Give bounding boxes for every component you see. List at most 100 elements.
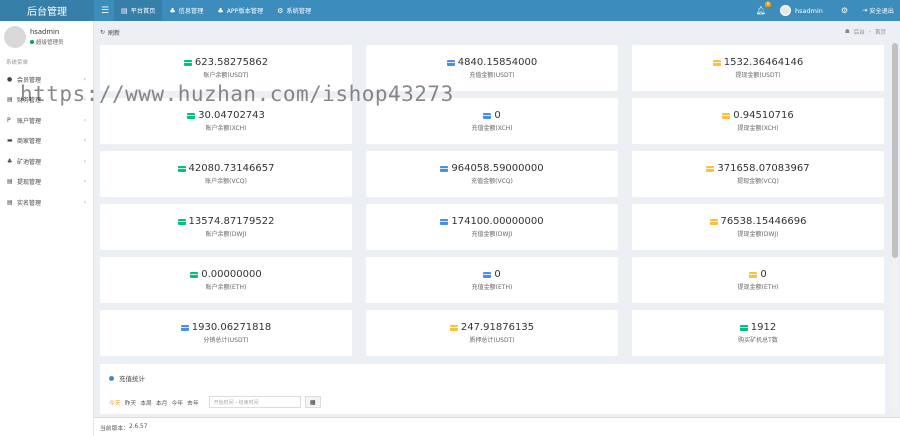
credit-card-icon	[180, 324, 189, 331]
stat-value: 13574.87179522	[177, 216, 275, 227]
stats-title-label: 充值统计	[119, 375, 145, 383]
nav-system-management[interactable]: ⚙ 系统管理	[270, 0, 318, 21]
credit-card-icon	[440, 218, 449, 225]
stat-card: 371658.07083967 提现金额(VCQ)	[632, 151, 884, 197]
stat-number: 13574.87179522	[188, 216, 275, 227]
user-panel: hsadmin 超级管理员	[0, 21, 93, 53]
avatar	[4, 26, 26, 48]
cubes-icon: ♣	[7, 157, 13, 165]
stat-label: 提现金额(ETH)	[737, 284, 779, 291]
file-icon: ▤	[7, 96, 13, 104]
stat-value: 247.91876135	[449, 322, 534, 333]
refresh-button[interactable]: ↻ 刷新	[100, 28, 120, 37]
stat-label: 充值金额(VCQ)	[471, 178, 513, 185]
sidebar-item-label: 商家管理	[17, 138, 42, 146]
credit-card-icon	[187, 112, 196, 119]
tab-this-month[interactable]: 本月	[156, 398, 168, 407]
date-range-input[interactable]: 开始时间 - 结束时间	[208, 396, 301, 408]
list-icon: ▤	[7, 198, 13, 206]
sidebar-item-merchants[interactable]: ▬ 商家管理 ‹	[0, 131, 93, 152]
credit-card-icon	[183, 59, 192, 66]
menu-toggle-icon[interactable]: ☰	[96, 6, 114, 16]
sidebar-item-label: 账户管理	[17, 117, 42, 125]
stat-value: 76538.15446696	[709, 216, 806, 227]
sidebar-item-withdrawals[interactable]: ▤ 提现管理 ‹	[0, 172, 93, 193]
stat-value: 1930.06271818	[180, 322, 272, 333]
calendar-button[interactable]: ▦	[304, 396, 321, 408]
stat-value: 0.94510716	[722, 110, 794, 121]
stat-number: 42080.73146657	[188, 163, 275, 174]
logout-button[interactable]: ⇥ 安全退出	[862, 6, 894, 15]
scrollbar-thumb[interactable]	[892, 43, 898, 258]
credit-card-icon	[709, 218, 718, 225]
nav-platform-home[interactable]: ▤ 平台首页	[114, 0, 163, 21]
breadcrumb-root[interactable]: 后台	[854, 28, 865, 36]
top-navbar: 后台管理 ☰ ▤ 平台首页 ♣ 信息管理 ♣ APP版本管理 ⚙ 系统管理 🔔︎…	[0, 0, 900, 21]
stat-number: 0	[494, 110, 501, 121]
tab-yesterday[interactable]: 昨天	[125, 398, 137, 407]
tab-last-year[interactable]: 去年	[187, 398, 199, 407]
credit-card-icon	[739, 324, 748, 331]
credit-card-icon	[446, 59, 455, 66]
footer: 当前版本： 2.6.57	[94, 417, 900, 436]
stat-value: 0	[749, 269, 767, 280]
cubes-icon: ♣	[217, 6, 224, 15]
stat-label: 分销总计(USDT)	[203, 337, 249, 344]
nav-label: 信息管理	[178, 8, 204, 15]
stat-card: 964058.59000000 充值金额(VCQ)	[366, 151, 618, 197]
chevron-left-icon: ‹	[83, 116, 86, 124]
content-header: ↻ 刷新 ☗ 后台 › 首页	[94, 21, 900, 43]
credit-card-icon	[706, 165, 715, 172]
stat-label: 账户余额(USDT)	[203, 72, 249, 79]
stat-value: 4840.15854000	[446, 57, 537, 68]
version-label: 当前版本：	[100, 425, 129, 432]
dashboard-icon: ☗	[844, 29, 850, 35]
truck-icon: ▬	[7, 137, 13, 145]
user-menu[interactable]: hsadmin	[780, 5, 823, 16]
calendar-icon: ▦	[309, 398, 316, 406]
stat-card: 1930.06271818 分销总计(USDT)	[100, 310, 352, 356]
user-role: 超级管理员	[30, 38, 64, 46]
chevron-left-icon: ‹	[83, 157, 86, 165]
stat-number: 0	[494, 269, 501, 280]
sidebar-item-mining-pool[interactable]: ♣ 矿池管理 ‹	[0, 151, 93, 172]
stat-number: 0.94510716	[733, 110, 794, 121]
stat-value: 0.00000000	[190, 269, 262, 280]
stat-value: 1532.36464146	[712, 57, 804, 68]
stat-value: 0	[483, 110, 501, 121]
tab-this-week[interactable]: 本周	[140, 398, 152, 407]
credit-card-icon	[449, 324, 458, 331]
stat-number: 1532.36464146	[723, 57, 804, 68]
top-right-tools: 🔔︎ 0 hsadmin ⚙ ⇥ 安全退出	[756, 0, 900, 21]
stats-title: 充值统计	[109, 373, 145, 383]
stat-label: 账户余额(ETH)	[205, 284, 247, 291]
notifications-button[interactable]: 🔔︎ 0	[756, 2, 772, 15]
sidebar-item-accounts[interactable]: P 账户管理 ‹	[0, 110, 93, 131]
credit-card-icon	[749, 271, 758, 278]
tab-this-year[interactable]: 今年	[171, 398, 183, 407]
stat-label: 充值金额(XCH)	[471, 125, 513, 132]
refresh-label: 刷新	[108, 29, 121, 37]
app-logo[interactable]: 后台管理	[0, 0, 94, 21]
username: hsadmin	[795, 6, 823, 15]
sign-out-icon: ⇥	[862, 7, 868, 14]
content-scrollbar[interactable]	[892, 43, 898, 413]
stat-value: 371658.07083967	[706, 163, 810, 174]
settings-icon[interactable]: ⚙	[841, 6, 848, 15]
nav-info-management[interactable]: ♣ 信息管理	[162, 0, 210, 21]
notification-badge: 0	[765, 2, 772, 7]
credit-card-icon	[483, 271, 492, 278]
stat-number: 174100.00000000	[451, 216, 544, 227]
nav-app-version[interactable]: ♣ APP版本管理	[210, 0, 270, 21]
stat-value: 174100.00000000	[440, 216, 544, 227]
tab-today[interactable]: 今天	[109, 398, 121, 407]
sidebar-username: hsadmin	[30, 28, 60, 36]
stat-number: 1930.06271818	[191, 322, 272, 333]
stat-number: 0.00000000	[201, 269, 262, 280]
sidebar-item-real-name[interactable]: ▤ 实名管理 ‹	[0, 192, 93, 213]
paypal-icon: P	[7, 116, 11, 124]
credit-card-icon	[440, 165, 449, 172]
avatar	[780, 5, 792, 16]
stat-label: 账户余额(DWJ)	[205, 231, 247, 238]
watermark: https://www.huzhan.com/ishop43273	[20, 82, 454, 106]
